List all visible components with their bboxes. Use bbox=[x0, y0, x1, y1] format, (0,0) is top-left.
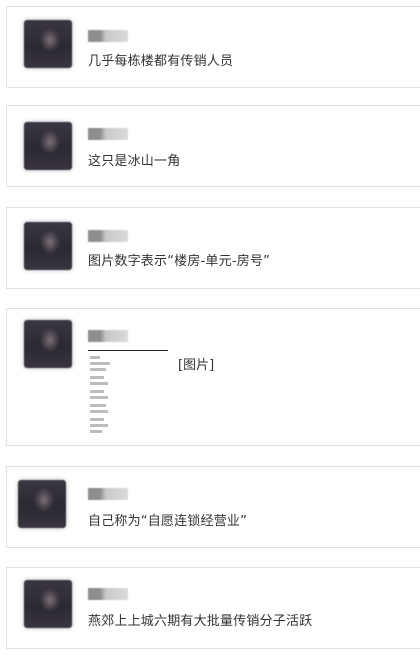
thumbnail-line bbox=[90, 362, 110, 365]
nickname-redacted bbox=[88, 30, 128, 42]
nickname-redacted bbox=[88, 230, 128, 242]
nickname-redacted bbox=[88, 488, 128, 500]
nickname-redacted bbox=[88, 588, 128, 600]
thumbnail-line bbox=[90, 356, 100, 359]
nickname-redacted bbox=[88, 128, 128, 140]
avatar[interactable] bbox=[24, 320, 72, 368]
thumbnail-line bbox=[90, 404, 106, 407]
avatar[interactable] bbox=[24, 222, 72, 270]
thumbnail-line bbox=[90, 424, 108, 427]
thumbnail-line bbox=[90, 390, 104, 393]
thumbnail-line bbox=[90, 430, 102, 433]
thumbnail-line bbox=[90, 396, 108, 399]
message-text: 这只是冰山一角 bbox=[88, 154, 181, 169]
thumbnail-line bbox=[90, 418, 104, 421]
nickname-redacted bbox=[88, 330, 128, 342]
message-card[interactable] bbox=[6, 466, 420, 548]
image-placeholder-label: [图片] bbox=[178, 358, 215, 373]
avatar[interactable] bbox=[24, 20, 72, 68]
message-text: 自己称为“自愿连锁经营业” bbox=[88, 514, 248, 529]
message-text: 燕郊上上城六期有大批量传销分子活跃 bbox=[88, 614, 313, 629]
thumbnail-line bbox=[90, 376, 104, 379]
thumbnail-line bbox=[90, 410, 108, 413]
thumbnail-rule bbox=[88, 350, 168, 351]
avatar[interactable] bbox=[24, 122, 72, 170]
avatar[interactable] bbox=[18, 480, 66, 528]
message-text: 图片数字表示“楼房-单元-房号” bbox=[88, 254, 271, 269]
image-thumbnail[interactable] bbox=[88, 344, 168, 434]
thumbnail-line bbox=[90, 368, 106, 371]
avatar[interactable] bbox=[24, 580, 72, 628]
thumbnail-line bbox=[90, 382, 108, 385]
message-text: 几乎每栋楼都有传销人员 bbox=[88, 54, 234, 69]
